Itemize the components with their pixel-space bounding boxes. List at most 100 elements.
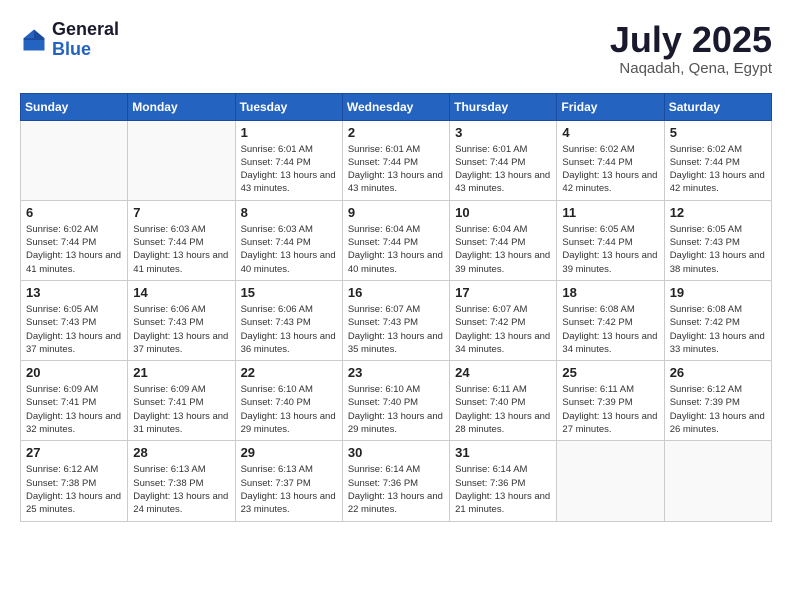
calendar-header: SundayMondayTuesdayWednesdayThursdayFrid… [21,93,772,120]
day-number: 1 [241,125,337,140]
day-number: 11 [562,205,658,220]
day-number: 24 [455,365,551,380]
location: Naqadah, Qena, Egypt [610,60,772,77]
calendar-cell [664,441,771,521]
day-info: Sunrise: 6:06 AMSunset: 7:43 PMDaylight:… [133,303,229,356]
calendar-cell: 12 Sunrise: 6:05 AMSunset: 7:43 PMDaylig… [664,200,771,280]
day-info: Sunrise: 6:09 AMSunset: 7:41 PMDaylight:… [133,383,229,436]
day-number: 18 [562,285,658,300]
calendar-cell: 30 Sunrise: 6:14 AMSunset: 7:36 PMDaylig… [342,441,449,521]
logo-general-text: General [52,20,119,40]
day-info: Sunrise: 6:02 AMSunset: 7:44 PMDaylight:… [670,143,766,196]
calendar-cell: 4 Sunrise: 6:02 AMSunset: 7:44 PMDayligh… [557,120,664,200]
calendar-cell: 25 Sunrise: 6:11 AMSunset: 7:39 PMDaylig… [557,361,664,441]
day-info: Sunrise: 6:09 AMSunset: 7:41 PMDaylight:… [26,383,122,436]
day-info: Sunrise: 6:02 AMSunset: 7:44 PMDaylight:… [562,143,658,196]
day-number: 2 [348,125,444,140]
calendar-cell: 8 Sunrise: 6:03 AMSunset: 7:44 PMDayligh… [235,200,342,280]
weekday-header-monday: Monday [128,93,235,120]
day-number: 19 [670,285,766,300]
day-number: 4 [562,125,658,140]
logo-text: General Blue [52,20,119,60]
calendar-cell: 20 Sunrise: 6:09 AMSunset: 7:41 PMDaylig… [21,361,128,441]
day-number: 20 [26,365,122,380]
day-number: 8 [241,205,337,220]
calendar-cell: 19 Sunrise: 6:08 AMSunset: 7:42 PMDaylig… [664,280,771,360]
day-number: 15 [241,285,337,300]
logo-icon [20,26,48,54]
day-number: 23 [348,365,444,380]
calendar-cell: 3 Sunrise: 6:01 AMSunset: 7:44 PMDayligh… [450,120,557,200]
day-info: Sunrise: 6:08 AMSunset: 7:42 PMDaylight:… [562,303,658,356]
calendar-cell: 14 Sunrise: 6:06 AMSunset: 7:43 PMDaylig… [128,280,235,360]
calendar-cell: 26 Sunrise: 6:12 AMSunset: 7:39 PMDaylig… [664,361,771,441]
calendar-cell [128,120,235,200]
day-info: Sunrise: 6:03 AMSunset: 7:44 PMDaylight:… [133,223,229,276]
weekday-header-friday: Friday [557,93,664,120]
day-number: 22 [241,365,337,380]
day-info: Sunrise: 6:04 AMSunset: 7:44 PMDaylight:… [348,223,444,276]
weekday-header-sunday: Sunday [21,93,128,120]
calendar-cell: 21 Sunrise: 6:09 AMSunset: 7:41 PMDaylig… [128,361,235,441]
day-number: 13 [26,285,122,300]
weekday-header-tuesday: Tuesday [235,93,342,120]
day-info: Sunrise: 6:12 AMSunset: 7:38 PMDaylight:… [26,463,122,516]
calendar-week-row: 27 Sunrise: 6:12 AMSunset: 7:38 PMDaylig… [21,441,772,521]
calendar-week-row: 20 Sunrise: 6:09 AMSunset: 7:41 PMDaylig… [21,361,772,441]
day-info: Sunrise: 6:13 AMSunset: 7:38 PMDaylight:… [133,463,229,516]
calendar-cell: 23 Sunrise: 6:10 AMSunset: 7:40 PMDaylig… [342,361,449,441]
calendar-cell: 2 Sunrise: 6:01 AMSunset: 7:44 PMDayligh… [342,120,449,200]
calendar-cell: 28 Sunrise: 6:13 AMSunset: 7:38 PMDaylig… [128,441,235,521]
calendar-cell: 17 Sunrise: 6:07 AMSunset: 7:42 PMDaylig… [450,280,557,360]
title-block: July 2025 Naqadah, Qena, Egypt [610,20,772,77]
day-number: 17 [455,285,551,300]
calendar-cell: 1 Sunrise: 6:01 AMSunset: 7:44 PMDayligh… [235,120,342,200]
day-number: 30 [348,445,444,460]
day-number: 16 [348,285,444,300]
day-info: Sunrise: 6:04 AMSunset: 7:44 PMDaylight:… [455,223,551,276]
day-number: 5 [670,125,766,140]
day-info: Sunrise: 6:01 AMSunset: 7:44 PMDaylight:… [241,143,337,196]
weekday-header-wednesday: Wednesday [342,93,449,120]
day-info: Sunrise: 6:11 AMSunset: 7:39 PMDaylight:… [562,383,658,436]
day-info: Sunrise: 6:11 AMSunset: 7:40 PMDaylight:… [455,383,551,436]
calendar-cell: 13 Sunrise: 6:05 AMSunset: 7:43 PMDaylig… [21,280,128,360]
calendar-cell: 22 Sunrise: 6:10 AMSunset: 7:40 PMDaylig… [235,361,342,441]
logo: General Blue [20,20,119,60]
calendar-cell: 27 Sunrise: 6:12 AMSunset: 7:38 PMDaylig… [21,441,128,521]
calendar-cell: 29 Sunrise: 6:13 AMSunset: 7:37 PMDaylig… [235,441,342,521]
calendar-cell: 5 Sunrise: 6:02 AMSunset: 7:44 PMDayligh… [664,120,771,200]
calendar-cell: 9 Sunrise: 6:04 AMSunset: 7:44 PMDayligh… [342,200,449,280]
calendar-cell [21,120,128,200]
calendar-cell: 6 Sunrise: 6:02 AMSunset: 7:44 PMDayligh… [21,200,128,280]
weekday-header-thursday: Thursday [450,93,557,120]
day-number: 6 [26,205,122,220]
day-number: 25 [562,365,658,380]
calendar-cell: 10 Sunrise: 6:04 AMSunset: 7:44 PMDaylig… [450,200,557,280]
weekday-header-saturday: Saturday [664,93,771,120]
calendar-cell: 24 Sunrise: 6:11 AMSunset: 7:40 PMDaylig… [450,361,557,441]
calendar-week-row: 1 Sunrise: 6:01 AMSunset: 7:44 PMDayligh… [21,120,772,200]
calendar-cell: 16 Sunrise: 6:07 AMSunset: 7:43 PMDaylig… [342,280,449,360]
page-header: General Blue July 2025 Naqadah, Qena, Eg… [20,20,772,77]
day-info: Sunrise: 6:07 AMSunset: 7:43 PMDaylight:… [348,303,444,356]
day-number: 9 [348,205,444,220]
day-number: 10 [455,205,551,220]
calendar-week-row: 13 Sunrise: 6:05 AMSunset: 7:43 PMDaylig… [21,280,772,360]
day-info: Sunrise: 6:10 AMSunset: 7:40 PMDaylight:… [241,383,337,436]
day-number: 7 [133,205,229,220]
day-number: 3 [455,125,551,140]
day-info: Sunrise: 6:06 AMSunset: 7:43 PMDaylight:… [241,303,337,356]
calendar-body: 1 Sunrise: 6:01 AMSunset: 7:44 PMDayligh… [21,120,772,521]
day-info: Sunrise: 6:02 AMSunset: 7:44 PMDaylight:… [26,223,122,276]
calendar-week-row: 6 Sunrise: 6:02 AMSunset: 7:44 PMDayligh… [21,200,772,280]
day-number: 28 [133,445,229,460]
day-number: 14 [133,285,229,300]
day-info: Sunrise: 6:14 AMSunset: 7:36 PMDaylight:… [455,463,551,516]
day-info: Sunrise: 6:13 AMSunset: 7:37 PMDaylight:… [241,463,337,516]
day-number: 31 [455,445,551,460]
day-info: Sunrise: 6:14 AMSunset: 7:36 PMDaylight:… [348,463,444,516]
calendar-table: SundayMondayTuesdayWednesdayThursdayFrid… [20,93,772,522]
weekday-header-row: SundayMondayTuesdayWednesdayThursdayFrid… [21,93,772,120]
day-info: Sunrise: 6:12 AMSunset: 7:39 PMDaylight:… [670,383,766,436]
